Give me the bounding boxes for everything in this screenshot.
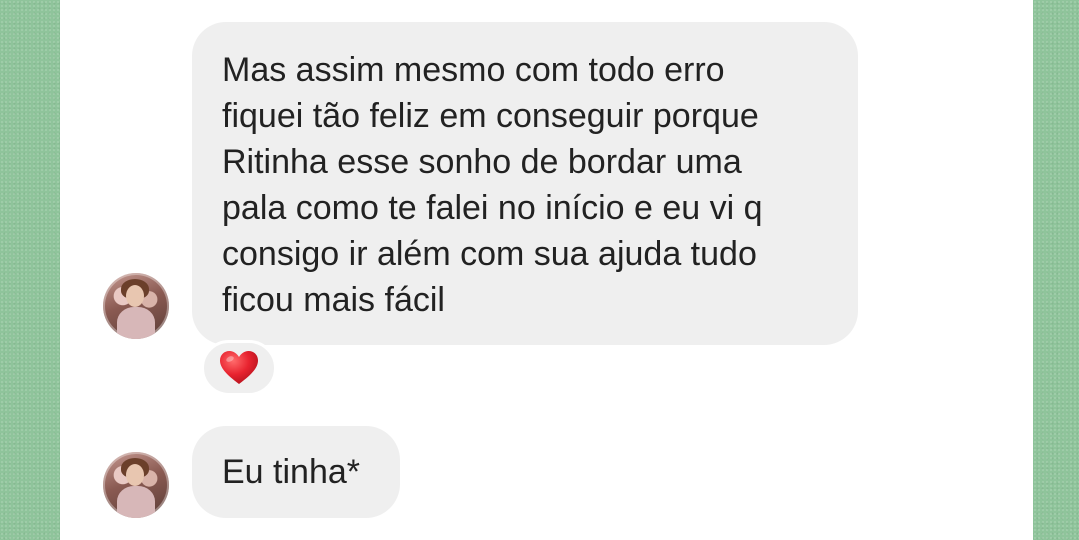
contact-avatar[interactable] bbox=[103, 452, 169, 518]
message-line: pala como te falei no início e eu vi q bbox=[222, 189, 763, 227]
background-left-edge bbox=[0, 0, 60, 540]
message-line: fiquei tão feliz em conseguir porque bbox=[222, 97, 759, 135]
message-text: Eu tinha* bbox=[222, 453, 360, 491]
chat-thread: Mas assim mesmo com todo erro fiquei tão… bbox=[60, 0, 1033, 540]
background-right-edge bbox=[1033, 0, 1079, 540]
message-bubble[interactable]: Eu tinha* bbox=[192, 426, 400, 518]
message-line: consigo ir além com sua ajuda tudo bbox=[222, 235, 757, 273]
message-line: ficou mais fácil bbox=[222, 281, 445, 319]
message-bubble[interactable]: Mas assim mesmo com todo erro fiquei tão… bbox=[192, 22, 858, 345]
message-line: Ritinha esse sonho de bordar uma bbox=[222, 143, 742, 181]
message-reaction[interactable] bbox=[201, 340, 277, 396]
heart-icon bbox=[220, 351, 258, 384]
contact-avatar[interactable] bbox=[103, 273, 169, 339]
message-line: Mas assim mesmo com todo erro bbox=[222, 51, 725, 89]
